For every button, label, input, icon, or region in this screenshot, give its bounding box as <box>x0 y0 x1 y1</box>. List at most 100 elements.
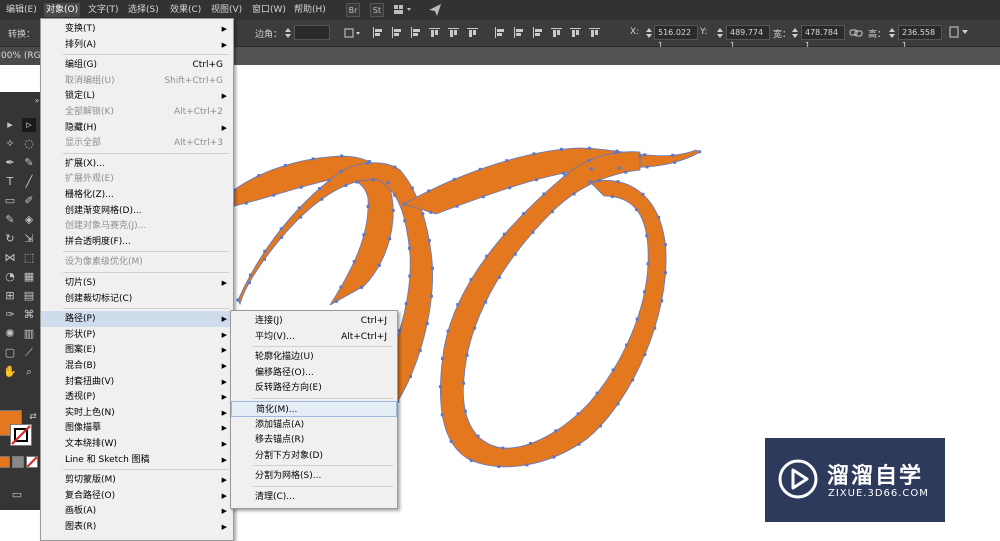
anchor-point[interactable] <box>440 413 444 417</box>
path-submenu-item[interactable]: 移去锚点(R) <box>231 432 397 448</box>
anchor-point[interactable] <box>320 197 324 201</box>
anchor-point[interactable] <box>431 266 434 270</box>
anchor-point[interactable] <box>611 368 615 372</box>
object-menu-item[interactable]: 变换(T) ▶ <box>41 21 233 37</box>
anchor-point[interactable] <box>635 208 639 212</box>
anchor-point[interactable] <box>318 187 321 191</box>
object-menu-item[interactable]: 图案(E) ▶ <box>41 342 233 358</box>
anchor-point[interactable] <box>643 153 647 157</box>
anchor-point[interactable] <box>473 326 477 330</box>
shaper-tool-icon[interactable]: ✎ <box>3 213 17 227</box>
perspective-grid-tool-icon[interactable]: ▦ <box>22 270 36 284</box>
anchor-point[interactable] <box>408 274 412 278</box>
object-menu-item[interactable]: 创建对象马赛克(J)... <box>41 218 233 234</box>
anchor-point[interactable] <box>484 300 488 304</box>
anchor-point[interactable] <box>653 326 657 330</box>
anchor-point[interactable] <box>441 357 444 361</box>
anchor-point[interactable] <box>263 257 266 261</box>
anchor-point[interactable] <box>485 254 489 258</box>
anchor-point[interactable] <box>335 299 339 303</box>
anchor-point[interactable] <box>388 237 392 241</box>
anchor-point[interactable] <box>257 174 261 178</box>
path-submenu-item[interactable]: 轮廓化描边(U) <box>231 349 397 365</box>
object-menu-item[interactable]: 创建渐变网格(D)... <box>41 203 233 219</box>
anchor-point[interactable] <box>625 343 629 347</box>
object-menu-item[interactable]: 切片(S) ▶ <box>41 275 233 291</box>
object-menu-item[interactable]: 形状(P) ▶ <box>41 327 233 343</box>
eyedropper-tool-icon[interactable]: ✑ <box>3 308 17 322</box>
anchor-point[interactable] <box>469 278 473 282</box>
mesh-tool-icon[interactable]: ⊞ <box>3 289 17 303</box>
object-menu-item[interactable]: 封套扭曲(V) ▶ <box>41 374 233 390</box>
anchor-point[interactable] <box>598 424 602 428</box>
anchor-point[interactable] <box>663 243 667 247</box>
anchor-point[interactable] <box>403 219 407 223</box>
symbol-sprayer-tool-icon[interactable]: ✺ <box>3 327 17 341</box>
anchor-point[interactable] <box>645 234 649 238</box>
path-submenu-item[interactable]: 分割下方对象(D) <box>231 448 397 464</box>
color-mode-icon[interactable] <box>0 456 10 468</box>
anchor-point[interactable] <box>236 298 240 302</box>
anchor-point[interactable] <box>339 169 343 173</box>
type-tool-icon[interactable]: T <box>3 175 17 189</box>
anchor-point[interactable] <box>425 322 429 325</box>
anchor-point[interactable] <box>560 147 563 151</box>
anchor-point[interactable] <box>660 299 664 303</box>
object-menu-item[interactable]: 扩展(X)... <box>41 156 233 172</box>
object-menu-item[interactable]: 锁定(L) ▶ <box>41 88 233 104</box>
anchor-point[interactable] <box>404 302 408 306</box>
object-menu-item[interactable]: 画板(A) ▶ <box>41 503 233 519</box>
anchor-point[interactable] <box>377 263 381 267</box>
anchor-point[interactable] <box>429 294 433 298</box>
anchor-point[interactable] <box>502 232 506 236</box>
scale-tool-icon[interactable]: ⇲ <box>22 232 36 246</box>
artboard-tool-icon[interactable]: ▢ <box>3 346 17 360</box>
anchor-point[interactable] <box>478 167 482 171</box>
free-transform-tool-icon[interactable]: ⬚ <box>22 251 36 265</box>
anchor-point[interactable] <box>407 246 411 250</box>
anchor-point[interactable] <box>638 154 642 158</box>
anchor-point[interactable] <box>550 210 554 214</box>
anchor-point[interactable] <box>497 275 501 279</box>
anchor-point[interactable] <box>462 381 466 385</box>
blend-tool-icon[interactable]: ⌘ <box>22 308 36 322</box>
gradient-mode-icon[interactable] <box>12 456 24 468</box>
anchor-point[interactable] <box>248 273 252 277</box>
anchor-point[interactable] <box>577 442 581 446</box>
object-menu-item[interactable]: 显示全部 Alt+Ctrl+3 <box>41 135 233 151</box>
anchor-point[interactable] <box>386 180 390 184</box>
paintbrush-tool-icon[interactable]: ✐ <box>22 194 36 208</box>
anchor-point[interactable] <box>327 178 331 182</box>
anchor-point[interactable] <box>481 195 485 199</box>
anchor-point[interactable] <box>455 204 459 208</box>
gradient-tool-icon[interactable]: ▤ <box>22 289 36 303</box>
object-menu-item[interactable]: 文本绕排(W) ▶ <box>41 436 233 452</box>
anchor-point[interactable] <box>597 179 601 182</box>
line-tool-icon[interactable]: ╱ <box>22 175 36 189</box>
anchor-point[interactable] <box>429 210 433 214</box>
object-menu-item[interactable]: 编组(G) Ctrl+G <box>41 57 233 73</box>
object-menu-item[interactable]: 图表(R) ▶ <box>41 519 233 535</box>
shape-builder-tool-icon[interactable]: ◔ <box>3 270 17 284</box>
anchor-point[interactable] <box>645 165 649 169</box>
anchor-point[interactable] <box>393 193 397 197</box>
object-menu-item[interactable]: 取消编组(U) Shift+Ctrl+G <box>41 73 233 89</box>
anchor-point[interactable] <box>505 159 509 163</box>
anchor-point[interactable] <box>673 160 677 164</box>
width-tool-icon[interactable]: ⋈ <box>3 251 17 265</box>
anchor-point[interactable] <box>631 378 635 382</box>
object-menu-item[interactable]: Line 和 Sketch 图稿 ▶ <box>41 452 233 468</box>
anchor-point[interactable] <box>352 260 356 264</box>
anchor-point[interactable] <box>371 178 375 182</box>
anchor-point[interactable] <box>664 271 667 275</box>
anchor-point[interactable] <box>552 455 556 459</box>
lasso-tool-icon[interactable]: ◌ <box>22 137 36 151</box>
anchor-point[interactable] <box>427 239 431 243</box>
selection-tool-icon[interactable]: ▸ <box>3 118 17 132</box>
anchor-point[interactable] <box>554 429 558 433</box>
object-menu-item[interactable]: 混合(B) ▶ <box>41 358 233 374</box>
path-submenu-item[interactable]: 清理(C)... <box>231 489 397 505</box>
magic-wand-tool-icon[interactable]: ✧ <box>3 137 17 151</box>
anchor-point[interactable] <box>671 153 675 157</box>
anchor-point[interactable] <box>402 202 406 206</box>
